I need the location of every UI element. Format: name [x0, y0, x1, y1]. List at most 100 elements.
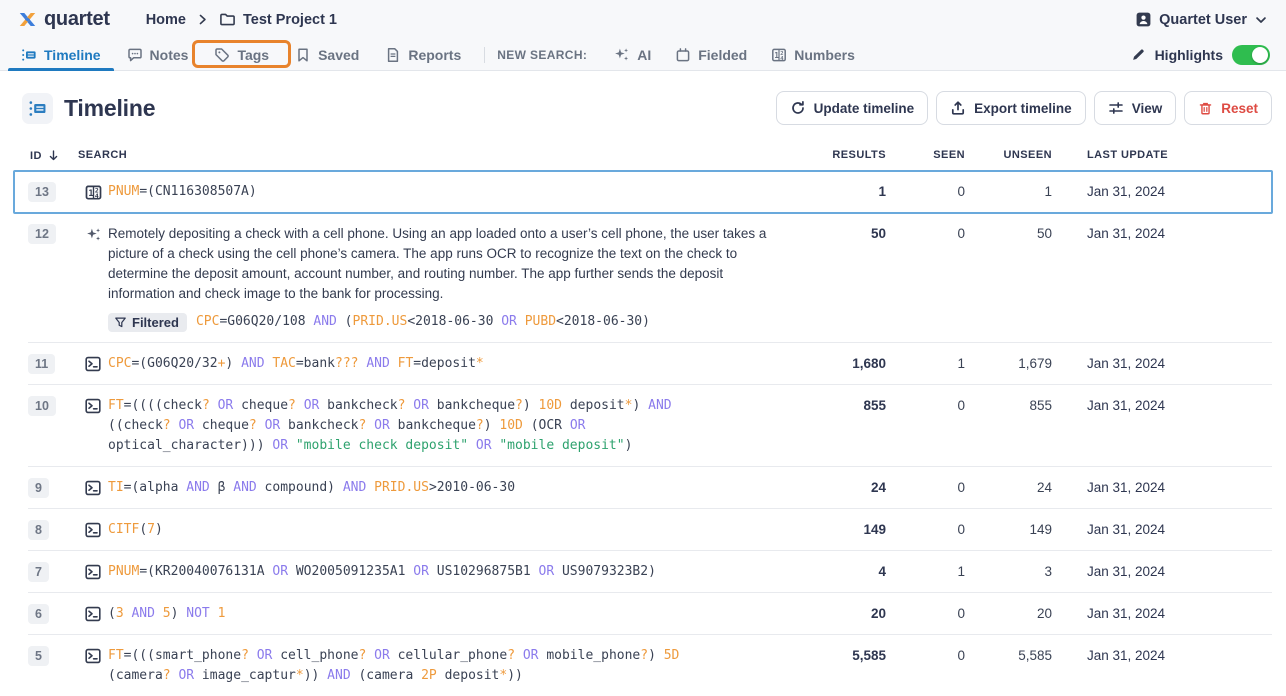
user-menu[interactable]: Quartet User	[1135, 11, 1268, 28]
seen-value: 0	[886, 182, 965, 202]
results-value: 1,680	[806, 354, 886, 374]
funnel-icon	[114, 316, 127, 329]
terminal-search-icon	[78, 520, 108, 538]
highlights-label: Highlights	[1155, 47, 1223, 63]
nav-bar: Timeline Notes TagsSavedReports NEW SEARCH…	[0, 39, 1286, 71]
column-header-seen: SEEN	[886, 149, 965, 161]
new-search-item-label: Fielded	[698, 47, 747, 63]
report-icon	[385, 47, 401, 63]
page-title: Timeline	[64, 95, 155, 122]
folder-icon	[219, 11, 236, 28]
column-header-id[interactable]: ID	[14, 149, 78, 162]
search-row-12[interactable]: 12Remotely depositing a check with a cel…	[14, 213, 1272, 343]
numbers-search-icon: 124	[78, 182, 108, 201]
search-cell: TI=(alpha AND β AND compound) AND PRID.U…	[108, 478, 806, 498]
search-id-badge: 7	[28, 562, 49, 582]
unseen-value: 855	[965, 396, 1052, 416]
seen-value: 0	[886, 224, 965, 244]
search-id-badge: 11	[28, 354, 55, 374]
search-id-badge: 6	[28, 604, 49, 624]
new-search-ai[interactable]: AI	[601, 39, 663, 70]
search-cell: FT=(((smart_phone? OR cell_phone? OR cel…	[108, 646, 806, 686]
unseen-value: 24	[965, 478, 1052, 498]
search-query: PNUM=(KR20040076131A OR WO2005091235A1 O…	[108, 562, 806, 582]
refresh-icon	[790, 100, 806, 116]
search-row-5[interactable]: 5 FT=(((smart_phone? OR cell_phone? OR ce…	[14, 635, 1272, 696]
tab-saved[interactable]: Saved	[282, 39, 372, 70]
search-row-11[interactable]: 11 CPC=(G06Q20/32+) AND TAC=bank??? AND F…	[14, 343, 1272, 385]
search-row-10[interactable]: 10FT=((((check? OR cheque? OR bankcheck?…	[14, 385, 1272, 467]
results-value: 4	[806, 562, 886, 582]
new-search-item-label: Numbers	[794, 47, 855, 63]
update-timeline-button[interactable]: Update timeline	[776, 91, 929, 125]
tab-tags[interactable]: Tags	[201, 39, 282, 70]
terminal-search-icon	[78, 478, 108, 496]
search-id-badge: 12	[28, 224, 56, 244]
unseen-value: 20	[965, 604, 1052, 624]
search-row-8[interactable]: 8CITF(7)1490149Jan 31, 2024	[14, 509, 1272, 551]
breadcrumb-home[interactable]: Home	[146, 12, 186, 28]
results-value: 50	[806, 224, 886, 244]
search-id-badge: 5	[28, 646, 49, 666]
search-cell: PNUM=(KR20040076131A OR WO2005091235A1 O…	[108, 562, 806, 582]
tab-timeline[interactable]: Timeline	[8, 39, 114, 70]
search-id-badge: 10	[28, 396, 56, 416]
sliders-icon	[1108, 100, 1124, 116]
table-body: 13124PNUM=(CN116308507A)101Jan 31, 20241…	[14, 171, 1272, 696]
results-value: 20	[806, 604, 886, 624]
user-badge-icon	[1135, 11, 1152, 28]
seen-value: 0	[886, 396, 965, 416]
button-label: Export timeline	[974, 101, 1072, 116]
search-row-13[interactable]: 13124PNUM=(CN116308507A)101Jan 31, 2024	[14, 171, 1272, 213]
notes-icon	[127, 47, 143, 63]
nav-separator	[484, 47, 485, 63]
tab-reports[interactable]: Reports	[372, 39, 474, 70]
new-search-group: AI Fielded 124Numbers	[601, 39, 867, 70]
seen-value: 1	[886, 354, 965, 374]
column-header-search: SEARCH	[78, 149, 806, 161]
last-update-value: Jan 31, 2024	[1052, 182, 1272, 202]
search-query: CITF(7)	[108, 520, 806, 540]
search-row-7[interactable]: 7 PNUM=(KR20040076131A OR WO2005091235A1 …	[14, 551, 1272, 593]
seen-value: 0	[886, 604, 965, 624]
results-value: 149	[806, 520, 886, 540]
sparkle-icon	[613, 46, 630, 63]
breadcrumb-project[interactable]: Test Project 1	[219, 11, 337, 28]
view-button[interactable]: View	[1094, 91, 1177, 125]
search-query: CPC=(G06Q20/32+) AND TAC=bank??? AND FT=…	[108, 354, 806, 374]
new-search-label: NEW SEARCH:	[497, 48, 587, 62]
search-cell: (3 AND 5) NOT 1	[108, 604, 806, 624]
export-icon	[950, 100, 966, 116]
tab-notes[interactable]: Notes	[114, 39, 202, 70]
search-query: CPC=G06Q20/108 AND (PRID.US<2018-06-30 O…	[196, 312, 650, 332]
brand-logo[interactable]: quartet	[18, 8, 110, 31]
export-timeline-button[interactable]: Export timeline	[936, 91, 1086, 125]
new-search-fielded[interactable]: Fielded	[663, 39, 759, 70]
timeline-table: ID SEARCH RESULTS SEEN UNSEEN LAST UPDAT…	[14, 139, 1272, 696]
seen-value: 0	[886, 478, 965, 498]
brand-name: quartet	[44, 8, 110, 31]
toggle-knob	[1252, 47, 1268, 63]
search-id-badge: 13	[28, 182, 56, 202]
search-row-6[interactable]: 6(3 AND 5) NOT 120020Jan 31, 2024	[14, 593, 1272, 635]
user-name: Quartet User	[1159, 12, 1247, 28]
last-update-value: Jan 31, 2024	[1052, 224, 1272, 244]
results-value: 24	[806, 478, 886, 498]
timeline-icon	[21, 47, 37, 63]
highlights-toggle[interactable]	[1232, 45, 1270, 65]
unseen-value: 1,679	[965, 354, 1052, 374]
quartet-x-icon	[18, 10, 37, 29]
search-cell: PNUM=(CN116308507A)	[108, 182, 806, 202]
tab-label: Notes	[150, 47, 189, 63]
reset-button[interactable]: Reset	[1184, 91, 1272, 125]
unseen-value: 50	[965, 224, 1052, 244]
button-label: View	[1132, 101, 1163, 116]
search-row-9[interactable]: 9TI=(alpha AND β AND compound) AND PRID.…	[14, 467, 1272, 509]
toolbar: Update timeline Export timeline View Reset	[776, 91, 1272, 125]
new-search-numbers[interactable]: 124Numbers	[759, 39, 867, 70]
tab-label: Timeline	[44, 47, 101, 63]
search-query: TI=(alpha AND β AND compound) AND PRID.U…	[108, 478, 806, 498]
sort-desc-icon	[47, 149, 60, 162]
column-header-results: RESULTS	[806, 149, 886, 161]
search-cell: CITF(7)	[108, 520, 806, 540]
